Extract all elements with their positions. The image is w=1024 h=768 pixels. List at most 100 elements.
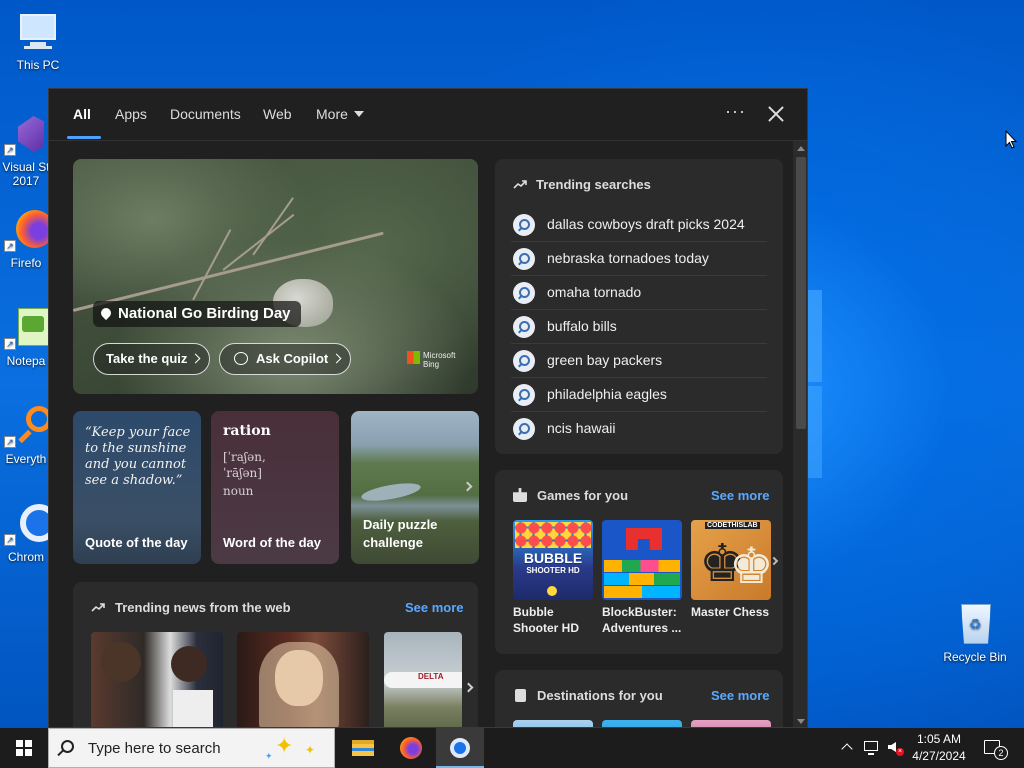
destination-thumbnail[interactable]: [691, 720, 771, 727]
show-hidden-icons-button[interactable]: [838, 728, 856, 768]
desktop-icon-this-pc[interactable]: This PC: [0, 10, 76, 72]
branch-graphic: [73, 231, 384, 312]
destinations-card: Destinations for you See more: [495, 670, 783, 727]
trending-search-item[interactable]: green bay packers: [511, 344, 767, 378]
see-more-link[interactable]: See more: [711, 688, 770, 703]
search-icon: [513, 282, 535, 304]
shortcut-arrow-icon: ↗: [4, 534, 16, 546]
hair-graphic: [259, 642, 339, 727]
desktop-icon-visual-studio[interactable]: ↗ Visual St 2017: [0, 112, 54, 188]
clock-time: 1:05 AM: [916, 732, 962, 746]
word-of-the-day-card[interactable]: ration [ˈraʃən, ˈrāʃən] noun Word of the…: [211, 411, 339, 564]
clock-date: 4/27/2024: [912, 749, 966, 763]
scroll-down-icon[interactable]: [797, 719, 805, 724]
codethislab-badge: CODETHISLAB: [705, 522, 760, 529]
ask-copilot-label: Ask Copilot: [256, 351, 329, 366]
brand-line-2: Bing: [423, 360, 440, 369]
trending-search-text: nebraska tornadoes today: [547, 250, 709, 266]
firefox-taskbar-button[interactable]: [387, 728, 435, 768]
game-item[interactable]: CODETHISLAB ♚ ♚ Master Chess: [691, 520, 771, 620]
master-chess-art: CODETHISLAB ♚ ♚: [691, 520, 771, 600]
scrollbar-thumb[interactable]: [796, 157, 806, 429]
person-graphic: [171, 646, 207, 682]
active-tab-indicator: [67, 136, 101, 139]
chess-king-white: ♚: [729, 538, 771, 594]
shortcut-arrow-icon: ↗: [4, 436, 16, 448]
tab-apps[interactable]: Apps: [115, 106, 147, 122]
file-explorer-taskbar-button[interactable]: [339, 728, 387, 768]
trending-search-item[interactable]: buffalo bills: [511, 310, 767, 344]
chevron-right-icon[interactable]: [463, 682, 474, 693]
search-icon: [513, 384, 535, 406]
card-caption: Daily puzzle challenge: [363, 517, 438, 550]
shirt-graphic: [173, 690, 213, 727]
take-quiz-button[interactable]: Take the quiz: [93, 343, 211, 375]
trending-searches-card: Trending searches dallas cowboys draft p…: [495, 159, 783, 454]
games-card: Games for you See more BUBBLE SHOOTER HD…: [495, 470, 783, 654]
quote-of-the-day-card[interactable]: “Keep your face to the sunshine and you …: [73, 411, 201, 564]
game-controller-icon: [513, 488, 527, 502]
game-item[interactable]: BlockBuster: Adventures ...: [602, 520, 682, 636]
launcher-graphic: [547, 586, 557, 596]
notification-center-button[interactable]: 2: [980, 728, 1014, 768]
everything-search-icon: ↗: [4, 404, 52, 448]
scroll-up-icon[interactable]: [797, 146, 805, 151]
shortcut-arrow-icon: ↗: [4, 144, 16, 156]
hero-card[interactable]: National Go Birding Day Take the quiz As…: [73, 159, 478, 394]
news-thumbnail[interactable]: [91, 632, 223, 727]
firefox-icon: ↗: [4, 208, 54, 252]
news-thumbnail[interactable]: DELTA: [384, 632, 462, 727]
tab-more[interactable]: More: [316, 106, 364, 122]
trending-search-item[interactable]: ncis hawaii: [511, 412, 767, 446]
take-quiz-label: Take the quiz: [106, 351, 188, 366]
trending-news-card: Trending news from the web See more DELT…: [73, 582, 478, 727]
search-icon: [513, 214, 535, 236]
chevron-up-icon: [841, 743, 853, 755]
trending-search-item[interactable]: dallas cowboys draft picks 2024: [511, 208, 767, 242]
taskbar-clock[interactable]: 1:05 AM 4/27/2024: [900, 731, 978, 765]
ask-copilot-button[interactable]: Ask Copilot: [219, 343, 352, 375]
notepad-icon: ↗: [4, 306, 50, 350]
notification-count-badge: 2: [994, 746, 1008, 760]
chevron-right-icon[interactable]: [462, 481, 473, 492]
search-tabs-bar: All Apps Documents Web More ···: [49, 89, 807, 141]
taskbar-search-box[interactable]: Type here to search ✦ ✦ ✦: [48, 728, 335, 768]
see-more-link[interactable]: See more: [711, 488, 770, 503]
search-icon: [513, 350, 535, 372]
tab-documents[interactable]: Documents: [170, 106, 241, 122]
game-name: Bubble Shooter HD: [513, 605, 579, 635]
start-button[interactable]: [0, 728, 48, 768]
tab-all[interactable]: All: [73, 106, 91, 122]
hero-title-text: National Go Birding Day: [118, 305, 291, 322]
river-graphic: [360, 479, 422, 505]
visual-studio-icon: ↗: [4, 112, 48, 156]
close-icon[interactable]: [765, 103, 787, 125]
trending-search-text: omaha tornado: [547, 284, 642, 300]
microsoft-bing-logo: Microsoft Bing: [407, 351, 455, 369]
trending-search-item[interactable]: philadelphia eagles: [511, 378, 767, 412]
trending-search-item[interactable]: omaha tornado: [511, 276, 767, 310]
trending-arrow-icon: [91, 603, 105, 612]
game-item[interactable]: BUBBLE SHOOTER HD Bubble Shooter HD: [513, 520, 593, 636]
chevron-right-icon[interactable]: [769, 556, 779, 566]
card-caption: Quote of the day: [85, 535, 188, 550]
see-more-link[interactable]: See more: [405, 600, 464, 615]
ellipsis-icon[interactable]: ···: [725, 101, 746, 122]
trending-search-item[interactable]: nebraska tornadoes today: [511, 242, 767, 276]
destination-thumbnail[interactable]: [602, 720, 682, 727]
destination-thumbnail[interactable]: [513, 720, 593, 727]
network-icon[interactable]: [862, 728, 880, 768]
desktop-icon-recycle-bin[interactable]: ♻ Recycle Bin: [936, 602, 1014, 664]
trending-searches-title: Trending searches: [536, 177, 651, 192]
firefox-icon: [400, 737, 422, 759]
vertical-scrollbar[interactable]: [793, 141, 807, 727]
blocks-red: [626, 528, 662, 550]
chrome-taskbar-button[interactable]: [436, 728, 484, 768]
daily-puzzle-card[interactable]: Daily puzzle challenge: [351, 411, 479, 564]
tab-web[interactable]: Web: [263, 106, 292, 122]
news-thumbnail[interactable]: [237, 632, 369, 727]
word-pronunciation: [ˈraʃən, ˈrāʃən]: [223, 450, 266, 480]
search-placeholder: Type here to search: [88, 740, 221, 757]
quote-text: “Keep your face to the sunshine and you …: [85, 425, 191, 488]
network-monitor-graphic: [864, 741, 878, 751]
